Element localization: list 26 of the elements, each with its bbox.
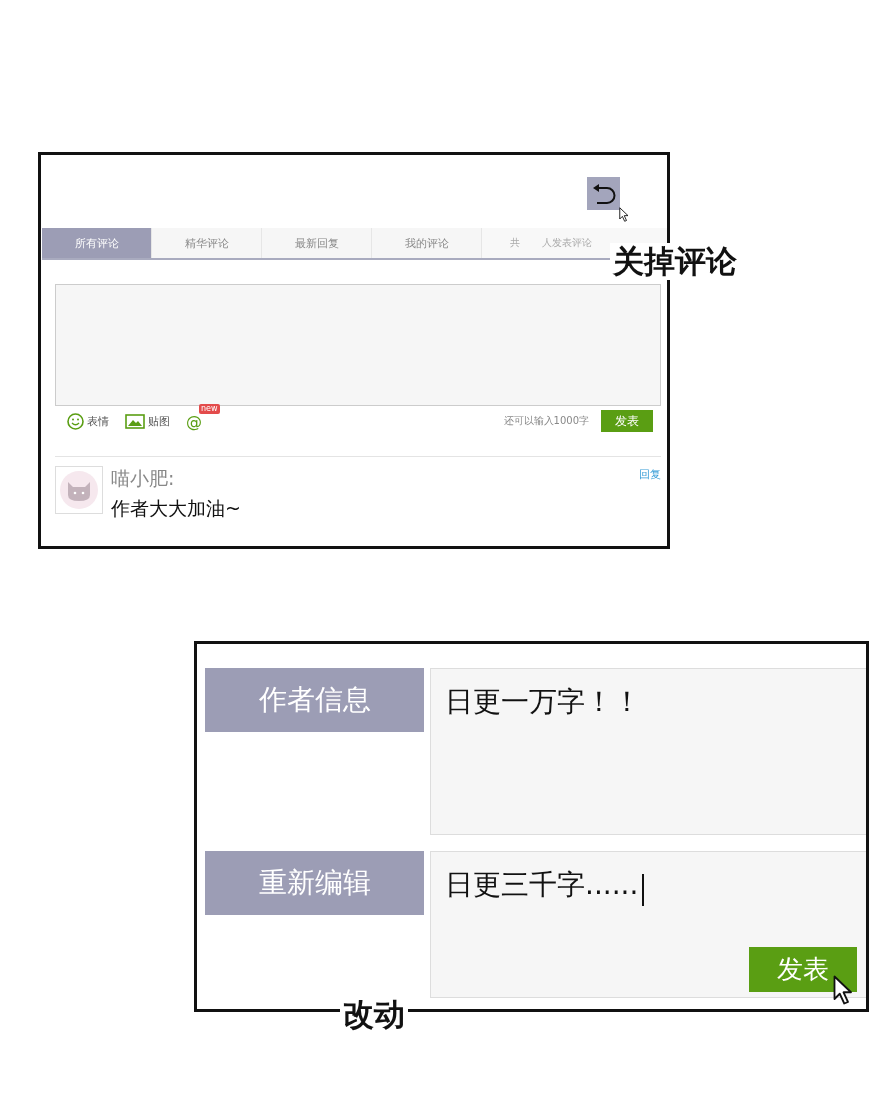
comment-count-text: 共 (510, 236, 520, 250)
comment-input-field[interactable] (55, 284, 661, 406)
comment-text: 作者大大加油~ (111, 496, 241, 521)
comment-count-text: 人发表评论 (542, 236, 592, 250)
cursor-icon (618, 207, 629, 222)
field-label: 重新编辑 (205, 851, 424, 915)
comment-tab[interactable]: 精华评论 (152, 228, 262, 258)
submit-button[interactable]: 发表 (749, 947, 857, 992)
toolbar-link[interactable]: 表情 (87, 413, 109, 429)
smiley-icon (67, 412, 84, 430)
comment-tab[interactable]: 最新回复 (262, 228, 372, 258)
toolbar-link[interactable]: 贴图 (148, 413, 170, 429)
panel-caption: 关掉评论 (610, 243, 740, 281)
mention-button[interactable]: @ (186, 411, 202, 431)
new-badge: new (199, 403, 220, 414)
text-field[interactable]: 日更一万字！！ (430, 668, 866, 835)
submit-button[interactable]: 发表 (601, 410, 653, 432)
field-label: 作者信息 (205, 668, 424, 732)
cursor-icon (833, 975, 854, 1005)
text-caret (642, 873, 645, 906)
comment-author: 喵小肥: (111, 466, 176, 491)
character-counter: 还可以输入1000字 (503, 414, 589, 428)
reply-link[interactable]: 回复 (639, 467, 661, 482)
comment-tab[interactable]: 所有评论 (42, 228, 152, 258)
comment-tab[interactable]: 我的评论 (372, 228, 482, 258)
image-icon (125, 413, 145, 429)
